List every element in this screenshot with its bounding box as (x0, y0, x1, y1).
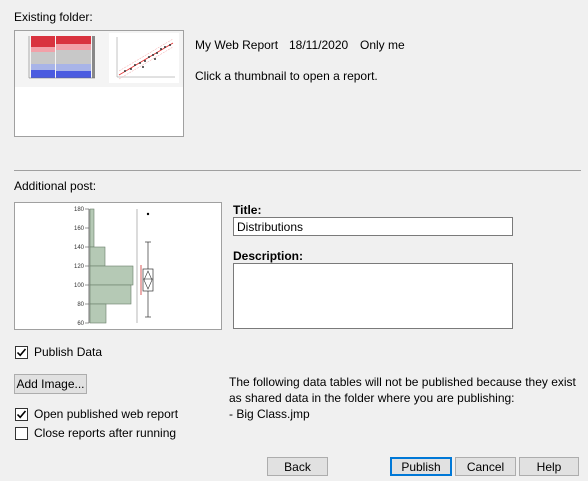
histogram-tick-label: 60 (77, 321, 84, 327)
histogram-tick-label: 140 (74, 245, 85, 251)
section-divider (14, 170, 581, 171)
description-label: Description: (233, 249, 304, 263)
histogram-tick-label: 80 (77, 302, 84, 308)
cancel-button[interactable]: Cancel (455, 457, 516, 476)
close-reports-checkbox[interactable] (15, 426, 28, 440)
existing-folder-label: Existing folder: (14, 10, 93, 24)
existing-report-thumbnail[interactable] (14, 30, 184, 137)
open-report-option[interactable]: Open published web report (15, 407, 178, 421)
close-reports-option[interactable]: Close reports after running (15, 426, 176, 440)
additional-post-thumbnail[interactable]: 180 160 140 120 100 80 60 (14, 202, 222, 330)
histogram-tick-label: 120 (74, 264, 85, 270)
back-button[interactable]: Back (267, 457, 328, 476)
publish-data-label: Publish Data (34, 345, 103, 359)
help-button[interactable]: Help (519, 457, 579, 476)
notice-line-1: The following data tables will not be pu… (229, 375, 576, 389)
additional-post-label: Additional post: (14, 179, 97, 193)
existing-report-date: 18/11/2020 (289, 38, 349, 52)
thumbnail-hint: Click a thumbnail to open a report. (195, 69, 378, 83)
histogram-tick-label: 180 (74, 207, 85, 213)
existing-report-name: My Web Report (195, 38, 279, 52)
checkmark-icon (16, 409, 27, 418)
notice-table-name: - Big Class.jmp (229, 407, 310, 421)
open-report-label: Open published web report (34, 407, 179, 421)
histogram-preview-image: 180 160 140 120 100 80 60 (74, 207, 154, 327)
existing-report-access: Only me (360, 38, 405, 52)
add-image-button[interactable]: Add Image... (14, 374, 87, 394)
thumbnail-preview-image (15, 31, 183, 87)
title-input[interactable] (233, 217, 513, 236)
publish-button[interactable]: Publish (390, 457, 452, 476)
title-label: Title: (233, 203, 262, 217)
description-input[interactable] (233, 263, 513, 329)
notice-line-2: as shared data in the folder where you a… (229, 391, 515, 405)
publish-data-checkbox[interactable] (15, 345, 28, 359)
close-reports-label: Close reports after running (34, 426, 177, 440)
histogram-tick-label: 100 (74, 283, 85, 289)
open-report-checkbox[interactable] (15, 407, 28, 421)
histogram-tick-label: 160 (74, 226, 85, 232)
publish-data-option[interactable]: Publish Data (15, 345, 102, 359)
checkmark-icon (16, 347, 27, 356)
